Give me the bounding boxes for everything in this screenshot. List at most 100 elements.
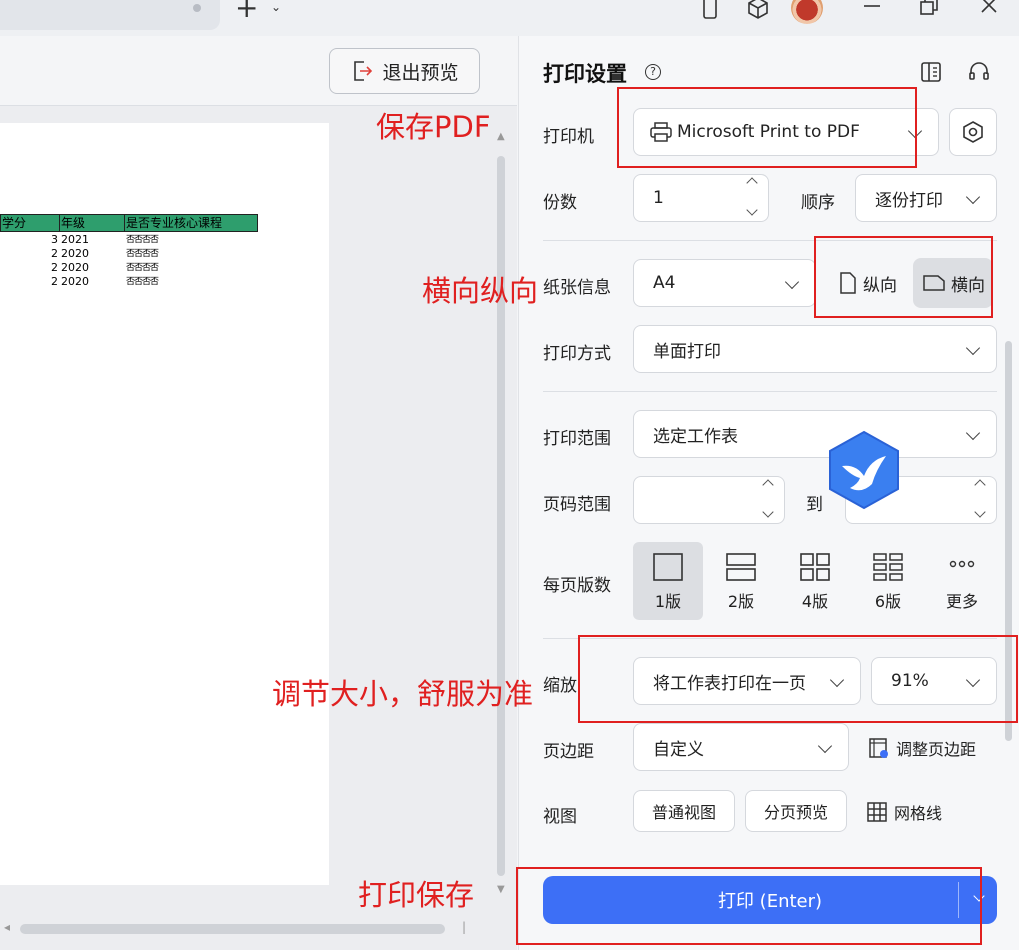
- spin-up-icon[interactable]: [746, 177, 758, 189]
- chevron-down-icon[interactable]: ⌄: [271, 0, 281, 14]
- layout-6-option[interactable]: 6版: [853, 542, 923, 620]
- table-row: 2 2020 否否否否: [51, 247, 159, 260]
- gridlines-toggle[interactable]: 网格线: [865, 800, 942, 824]
- title-bar: + ⌄: [0, 0, 1019, 36]
- page-from-stepper[interactable]: [633, 476, 785, 524]
- exit-icon: [354, 61, 373, 81]
- copies-stepper[interactable]: 1: [633, 174, 769, 222]
- spin-up-icon[interactable]: [762, 479, 774, 491]
- layout-4-option[interactable]: 4版: [780, 542, 850, 620]
- print-method-select[interactable]: 单面打印: [633, 325, 997, 373]
- divider: [543, 391, 997, 392]
- annotation-box-orientation: [814, 236, 993, 318]
- printer-settings-button[interactable]: [949, 108, 997, 156]
- layout-2-option[interactable]: 2版: [706, 542, 776, 620]
- grid-icon: [867, 802, 887, 822]
- pages-to-label: 到: [806, 495, 823, 515]
- layout-1-icon: [653, 553, 683, 581]
- layout-4-icon: [800, 553, 830, 581]
- print-range-value: 选定工作表: [653, 426, 738, 447]
- scroll-left-arrow-icon[interactable]: ◂: [4, 920, 10, 934]
- vertical-scrollbar[interactable]: [497, 156, 505, 876]
- annotation-scale-tip: 调节大小，舒服为准: [272, 677, 534, 711]
- page-break-preview-button[interactable]: 分页预览: [745, 790, 847, 832]
- phone-icon[interactable]: [698, 0, 722, 20]
- sheet-header-year: 年级: [60, 215, 125, 231]
- sheet-header-core: 是否专业核心课程: [126, 216, 223, 230]
- panel-title: 打印设置: [543, 62, 627, 86]
- exit-preview-button[interactable]: 退出预览: [329, 48, 480, 94]
- chevron-down-icon: [965, 340, 981, 356]
- scroll-up-arrow-icon[interactable]: ▲: [497, 131, 505, 142]
- settings-hexagon-icon: [963, 121, 983, 143]
- horizontal-scrollbar[interactable]: [20, 924, 445, 934]
- cube-icon[interactable]: [746, 0, 770, 20]
- margin-value: 自定义: [653, 739, 704, 760]
- paper-label: 纸张信息: [543, 278, 611, 298]
- annotation-orientation: 横向纵向: [422, 274, 539, 308]
- margin-label: 页边距: [543, 742, 594, 762]
- chevron-down-icon: [965, 189, 981, 205]
- bird-logo-icon[interactable]: [826, 430, 902, 510]
- scroll-right-divider: |: [462, 920, 467, 934]
- preview-toolbar: 退出预览: [0, 36, 517, 106]
- chevron-down-icon: [965, 425, 981, 441]
- pages-label: 页码范围: [543, 495, 611, 515]
- table-row: 2 2020 否否否否: [51, 261, 159, 274]
- scroll-down-arrow-icon[interactable]: ▼: [497, 884, 505, 895]
- layout-1-option[interactable]: 1版: [633, 542, 703, 620]
- minimize-icon[interactable]: [860, 0, 884, 20]
- panel-layout-icon[interactable]: [919, 60, 943, 84]
- spin-down-icon[interactable]: [762, 506, 774, 518]
- spin-up-icon[interactable]: [974, 479, 986, 491]
- paper-size-value: A4: [653, 273, 676, 293]
- help-icon[interactable]: ?: [645, 64, 661, 80]
- exit-preview-label: 退出预览: [382, 61, 459, 84]
- annotation-box-scale: [578, 635, 1018, 723]
- table-row: 3 2021 否否否否: [51, 233, 159, 246]
- table-row: 2 2020 否否否否: [51, 275, 159, 288]
- paper-size-select[interactable]: A4: [633, 259, 816, 307]
- restore-icon[interactable]: [917, 0, 941, 20]
- layout-6-icon: [873, 553, 903, 581]
- document-tab[interactable]: [0, 0, 220, 30]
- annotation-save-pdf: 保存PDF: [376, 110, 491, 144]
- order-label: 顺序: [801, 193, 835, 213]
- method-label: 打印方式: [543, 344, 611, 364]
- sheet-header-credit: 学分: [1, 215, 60, 231]
- adjust-margin-icon: [869, 738, 888, 758]
- layout-2-icon: [726, 553, 756, 581]
- adjust-margin-button[interactable]: 调整页边距: [867, 736, 976, 760]
- layout-more-option[interactable]: 更多: [927, 542, 997, 620]
- adjust-margin-label: 调整页边距: [896, 740, 977, 759]
- range-label: 打印范围: [543, 429, 611, 449]
- gridlines-label: 网格线: [894, 804, 943, 823]
- plus-icon[interactable]: +: [235, 0, 258, 22]
- order-select[interactable]: 逐份打印: [855, 174, 997, 222]
- print-method-value: 单面打印: [653, 341, 721, 362]
- view-label: 视图: [543, 807, 577, 827]
- annotation-print-save: 打印保存: [358, 878, 475, 912]
- preview-page: 学分 年级 是否专业核心课程 3 2021 否否否否 2 2020 否否否否 2…: [0, 123, 329, 885]
- tab-close-dot-icon[interactable]: [193, 4, 201, 12]
- scale-label: 缩放: [543, 676, 577, 696]
- avatar[interactable]: [791, 0, 823, 24]
- margin-select[interactable]: 自定义: [633, 723, 849, 771]
- spin-down-icon[interactable]: [974, 506, 986, 518]
- order-value: 逐份打印: [875, 190, 943, 211]
- printer-label: 打印机: [543, 127, 594, 147]
- normal-view-button[interactable]: 普通视图: [633, 790, 735, 832]
- copies-value: 1: [653, 188, 664, 208]
- print-preview-pane: 退出预览 学分 年级 是否专业核心课程 3 2021 否否否否 2 2020 否…: [0, 36, 517, 950]
- close-icon[interactable]: [977, 0, 1001, 20]
- chevron-down-icon: [784, 274, 800, 290]
- annotation-box-print: [516, 867, 982, 945]
- spin-down-icon[interactable]: [746, 204, 758, 216]
- copies-label: 份数: [543, 193, 577, 213]
- chevron-down-icon: [817, 738, 833, 754]
- per-page-label: 每页版数: [543, 576, 611, 596]
- print-settings-panel: 打印设置 ? 打印机 Microsoft Print to PDF 份数 1 顺…: [518, 36, 1019, 950]
- headset-icon[interactable]: [967, 60, 991, 84]
- more-dots-icon: [949, 560, 975, 568]
- print-range-select[interactable]: 选定工作表: [633, 410, 997, 458]
